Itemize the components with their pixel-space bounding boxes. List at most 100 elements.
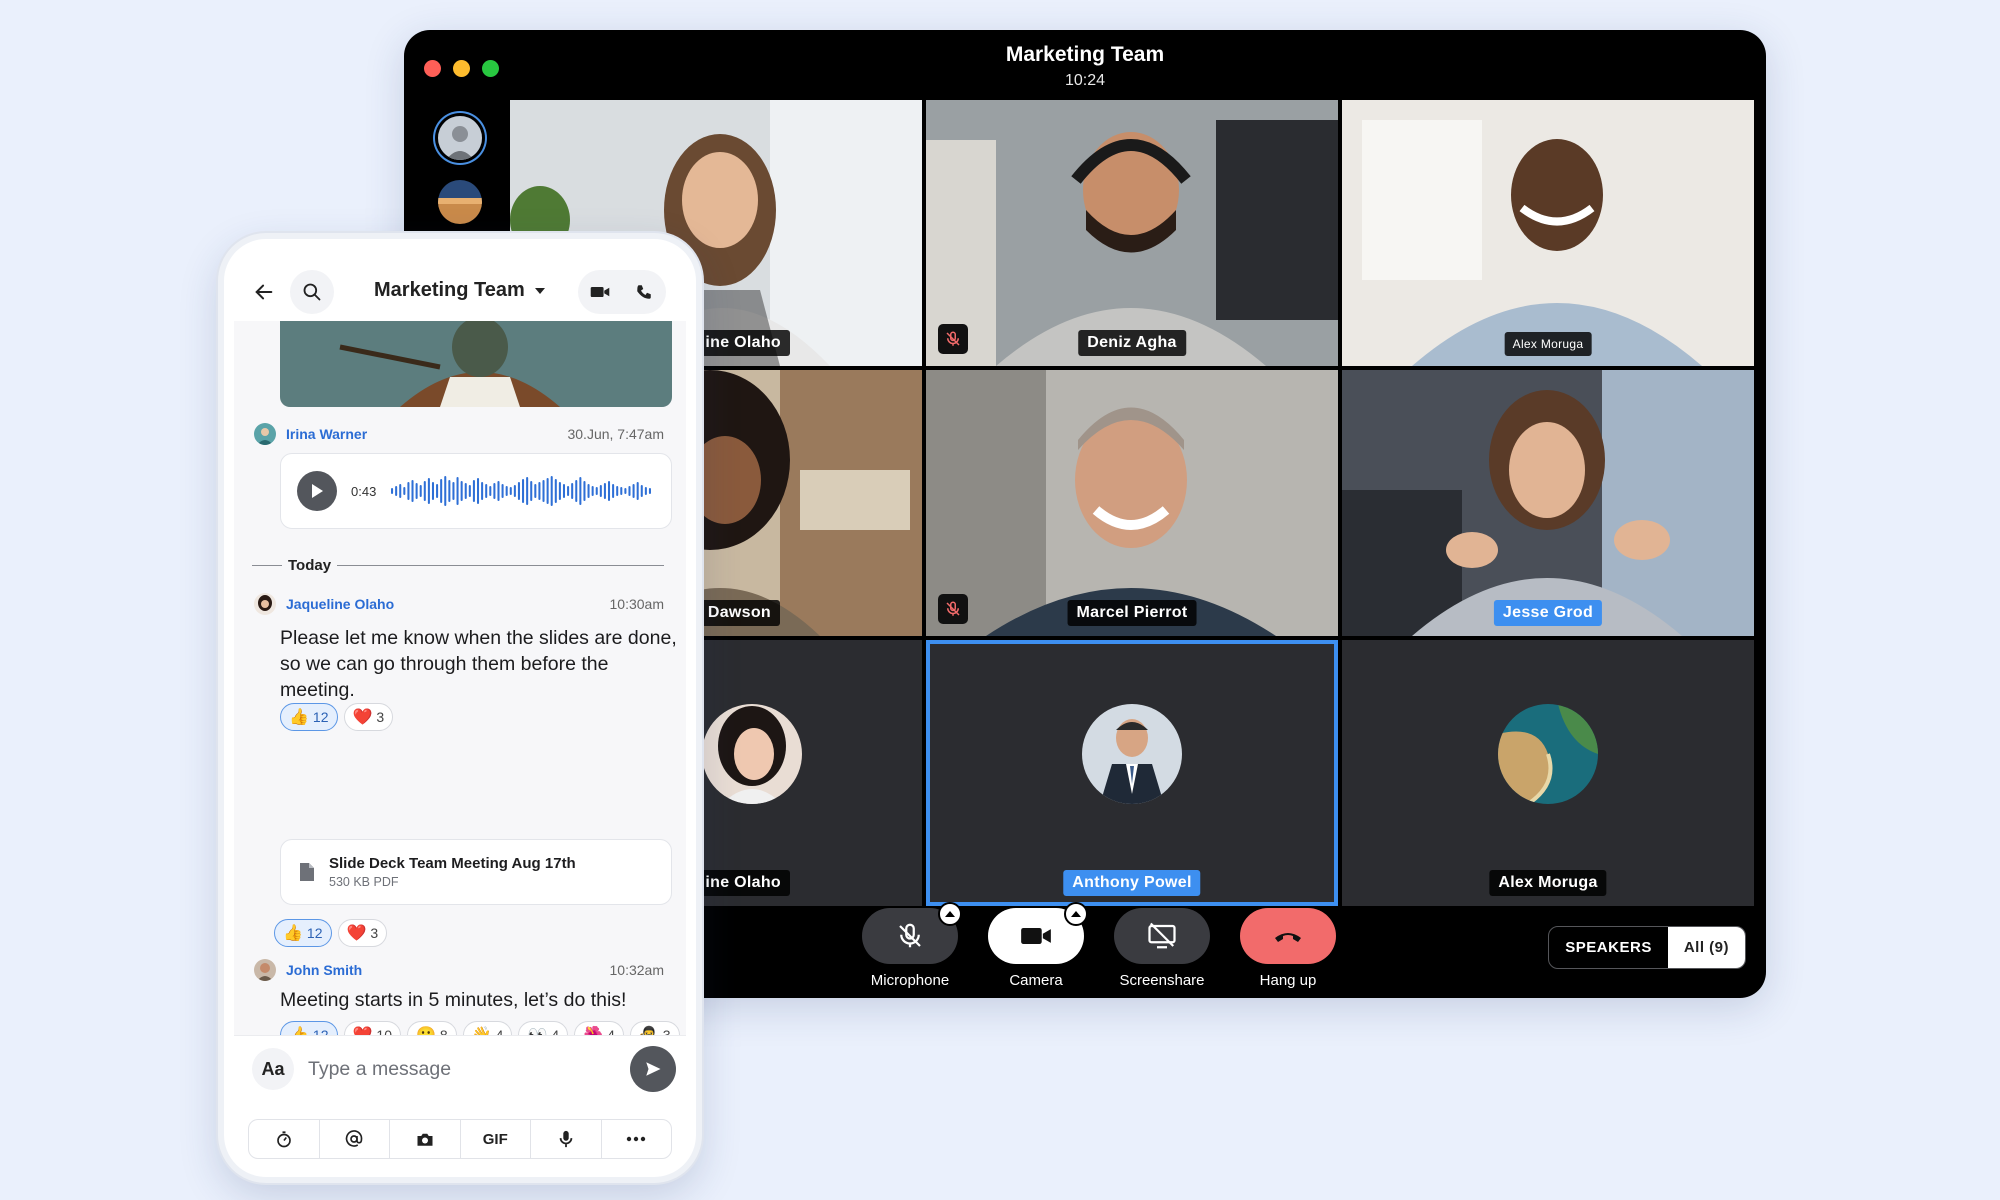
microphone-options-button[interactable] [938, 902, 962, 926]
waveform-bar [636, 482, 640, 500]
participant-tile-no-video[interactable]: Anthony Powel [926, 640, 1338, 906]
caret-down-icon [535, 287, 546, 294]
sender-name[interactable]: Irina Warner [286, 426, 367, 442]
waveform-bar [645, 487, 648, 495]
camera-button[interactable] [390, 1120, 461, 1158]
file-attachment[interactable]: Slide Deck Team Meeting Aug 17th 530 KB … [280, 839, 672, 905]
muted-mic-icon [938, 324, 968, 354]
sender-name[interactable]: Jaqueline Olaho [286, 596, 394, 612]
sender-name[interactable]: John Smith [286, 962, 362, 978]
video-camera-icon [590, 287, 610, 297]
image-message[interactable] [280, 321, 672, 407]
send-button[interactable] [630, 1046, 676, 1092]
search-button[interactable] [290, 270, 334, 314]
participant-name: Jesse Grod [1493, 600, 1603, 626]
participant-name: Marcel Pierrot [1067, 600, 1197, 626]
participant-tile-active-speaker[interactable]: Jesse Grod [1342, 370, 1754, 636]
participant-avatar [1082, 704, 1182, 804]
speakers-view-tab[interactable]: SPEAKERS [1549, 927, 1668, 968]
participant-tile-no-video[interactable]: Alex Moruga [1342, 640, 1754, 906]
waveform-bar [399, 484, 402, 498]
reaction-emoji: 🌺 [583, 1025, 603, 1035]
more-options-button[interactable] [602, 1120, 672, 1158]
participant-avatar [1498, 704, 1598, 804]
reaction-emoji: 👍 [289, 709, 309, 726]
reaction-chip[interactable]: 👀4 [518, 1021, 569, 1035]
participant-tile[interactable]: Marcel Pierrot [926, 370, 1338, 636]
waveform-bar [501, 484, 504, 498]
waveform-bar [608, 481, 611, 501]
message-text: Please let me know when the slides are d… [280, 627, 677, 701]
message-sender-row: John Smith 10:32am [254, 959, 664, 981]
message-list[interactable]: Irina Warner 30.Jun, 7:47am 0:43 Today J… [234, 321, 686, 1035]
chat-title: Marketing Team [374, 279, 525, 301]
screenshare-button[interactable] [1114, 908, 1210, 964]
voice-call-button[interactable] [622, 270, 666, 314]
participant-name: Anthony Powel [1063, 870, 1201, 896]
waveform-bar [489, 486, 492, 496]
microphone-button[interactable] [862, 902, 962, 964]
timer-button[interactable] [249, 1120, 320, 1158]
message-timestamp: 30.Jun, 7:47am [567, 426, 664, 442]
reaction-chip[interactable]: ❤️10 [343, 1021, 401, 1035]
chat-title-dropdown[interactable]: Marketing Team [374, 279, 546, 302]
reaction-count: 4 [607, 1027, 615, 1035]
waveform[interactable] [390, 474, 652, 508]
all-view-tab[interactable]: All (9) [1667, 927, 1745, 968]
waveform-bar [497, 481, 500, 501]
waveform-bar [550, 476, 554, 506]
microphone-icon [559, 1130, 573, 1148]
sidebar-avatar[interactable] [438, 116, 482, 160]
waveform-bar [391, 488, 394, 494]
waveform-bar [628, 486, 631, 496]
reaction-count: 12 [312, 709, 329, 725]
play-button[interactable] [297, 471, 337, 511]
reaction-chip[interactable]: ❤️ 3 [337, 919, 388, 947]
waveform-bar [649, 488, 652, 494]
reaction-chip[interactable]: 👍12 [274, 919, 332, 947]
waveform-bar [428, 478, 431, 504]
reaction-count: 10 [376, 1027, 392, 1035]
participant-tile[interactable]: Alex Moruga [1342, 100, 1754, 366]
hangup-button[interactable] [1240, 908, 1336, 964]
text-format-button[interactable]: Aa [252, 1048, 294, 1090]
reaction-chip[interactable]: 🥷3 [629, 1021, 680, 1035]
view-toggle: SPEAKERS All (9) [1548, 926, 1746, 969]
mobile-chat: Marketing Team Irina Warner 30.Jun, 7:47… [218, 233, 702, 1183]
reaction-count: 12 [312, 1027, 329, 1035]
reaction-emoji: ❤️ [346, 925, 367, 942]
composer-toolbar: GIF [248, 1119, 672, 1159]
reactions: 👍 12 ❤️ 3 [280, 703, 680, 731]
reaction-chip[interactable]: 👍12 [280, 703, 338, 731]
message-composer: Aa Type a message [234, 1035, 686, 1099]
reaction-chip[interactable]: 🌺4 [574, 1021, 624, 1035]
chat-header: Marketing Team [234, 263, 686, 321]
at-icon [345, 1130, 363, 1147]
reaction-chip[interactable]: 👍12 [280, 1021, 338, 1035]
avatar [254, 593, 276, 615]
participant-tile[interactable]: Deniz Agha [926, 100, 1338, 366]
reaction-count: 4 [551, 1027, 560, 1035]
screenshare-control: Screenshare [1112, 908, 1212, 989]
message-input[interactable]: Type a message [308, 1058, 451, 1081]
gif-button[interactable]: GIF [461, 1120, 531, 1158]
reaction-chip[interactable]: ❤️ 3 [343, 703, 394, 731]
sidebar-avatar[interactable] [438, 180, 482, 224]
waveform-bar [571, 483, 574, 499]
voice-message-sender-row: Irina Warner 30.Jun, 7:47am [254, 423, 664, 445]
back-button[interactable] [242, 270, 286, 314]
camera-button[interactable] [988, 902, 1088, 964]
microphone-control: Microphone [860, 902, 962, 989]
waveform-bar [477, 478, 480, 504]
video-call-button[interactable] [578, 270, 622, 314]
reaction-chip[interactable]: 👋4 [462, 1021, 513, 1035]
waveform-bar [538, 482, 541, 500]
document-icon [300, 863, 314, 881]
send-icon [646, 1062, 661, 1076]
voice-record-button[interactable] [531, 1120, 602, 1158]
camera-options-button[interactable] [1064, 902, 1088, 926]
reaction-chip[interactable]: 😀8 [407, 1021, 457, 1035]
waveform-bar [596, 487, 599, 495]
mention-button[interactable] [320, 1120, 390, 1158]
participant-avatar [702, 704, 802, 804]
